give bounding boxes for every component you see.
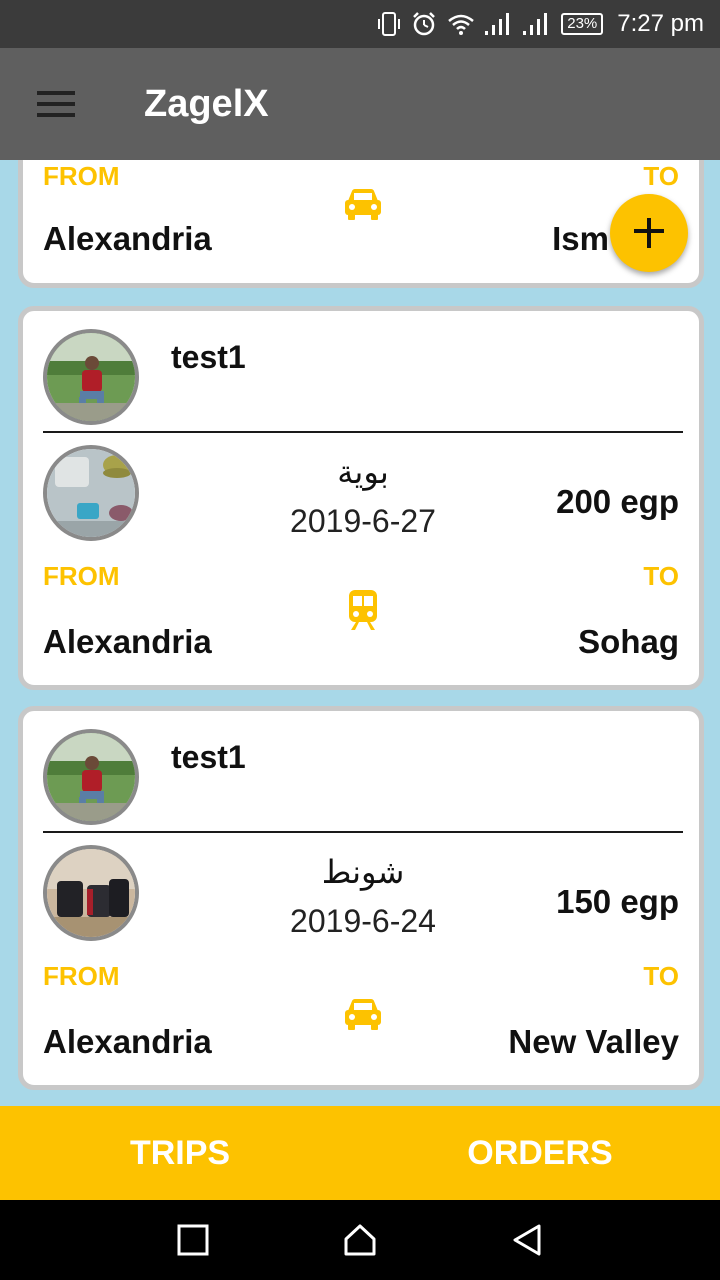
username: test1 xyxy=(171,739,246,775)
divider xyxy=(43,431,683,433)
app-bar: ZagelX xyxy=(0,48,720,160)
from-city: Alexandria xyxy=(43,220,212,257)
user-avatar[interactable] xyxy=(43,729,139,825)
train-icon xyxy=(349,590,377,630)
wifi-icon xyxy=(447,12,475,36)
to-city: New Valley xyxy=(508,1023,679,1060)
add-icon xyxy=(634,218,664,248)
add-trip-fab[interactable] xyxy=(610,194,688,272)
car-icon xyxy=(345,189,381,220)
price: 150 egp xyxy=(556,883,679,920)
from-city: Alexandria xyxy=(43,1023,212,1060)
vibrate-icon xyxy=(377,11,401,37)
tab-orders[interactable]: ORDERS xyxy=(360,1106,720,1200)
to-city: Ism xyxy=(552,220,609,257)
username: test1 xyxy=(171,339,246,375)
from-label: FROM xyxy=(43,961,120,991)
app-title: ZagelX xyxy=(144,82,269,125)
trip-card[interactable]: test1 شونط 2019-6-24 150 egp FROM TO Ale… xyxy=(18,706,704,1090)
to-label: TO xyxy=(643,961,679,991)
tab-trips[interactable]: TRIPS xyxy=(0,1106,360,1200)
divider xyxy=(43,831,683,833)
bottom-tabs: TRIPS ORDERS xyxy=(0,1106,720,1200)
alarm-icon xyxy=(411,11,437,37)
clock: 7:27 pm xyxy=(617,10,704,37)
hamburger-menu-icon xyxy=(37,91,75,117)
trip-card[interactable]: test1 بوية 2019-6-27 200 egp FROM TO Ale… xyxy=(18,306,704,690)
hamburger-menu-button[interactable] xyxy=(0,48,112,160)
trips-feed[interactable]: FROM TO Alexandria Ism test1 بوية 2019-6… xyxy=(0,160,720,1106)
to-label: TO xyxy=(643,561,679,591)
price: 200 egp xyxy=(556,483,679,520)
signal-icon xyxy=(485,13,513,35)
back-icon[interactable] xyxy=(511,1223,543,1257)
recents-square-icon[interactable] xyxy=(177,1224,209,1256)
to-label: TO xyxy=(643,161,679,191)
from-label: FROM xyxy=(43,561,120,591)
status-bar: 23% 7:27 pm xyxy=(0,0,720,48)
trip-card[interactable]: FROM TO Alexandria Ism xyxy=(18,160,704,288)
battery-indicator: 23% xyxy=(561,13,604,35)
to-city: Sohag xyxy=(578,623,679,660)
from-city: Alexandria xyxy=(43,623,212,660)
user-avatar[interactable] xyxy=(43,329,139,425)
car-icon xyxy=(345,999,381,1030)
home-icon[interactable] xyxy=(343,1223,377,1257)
signal-icon xyxy=(523,13,551,35)
system-nav-bar xyxy=(0,1200,720,1280)
from-label: FROM xyxy=(43,161,120,191)
